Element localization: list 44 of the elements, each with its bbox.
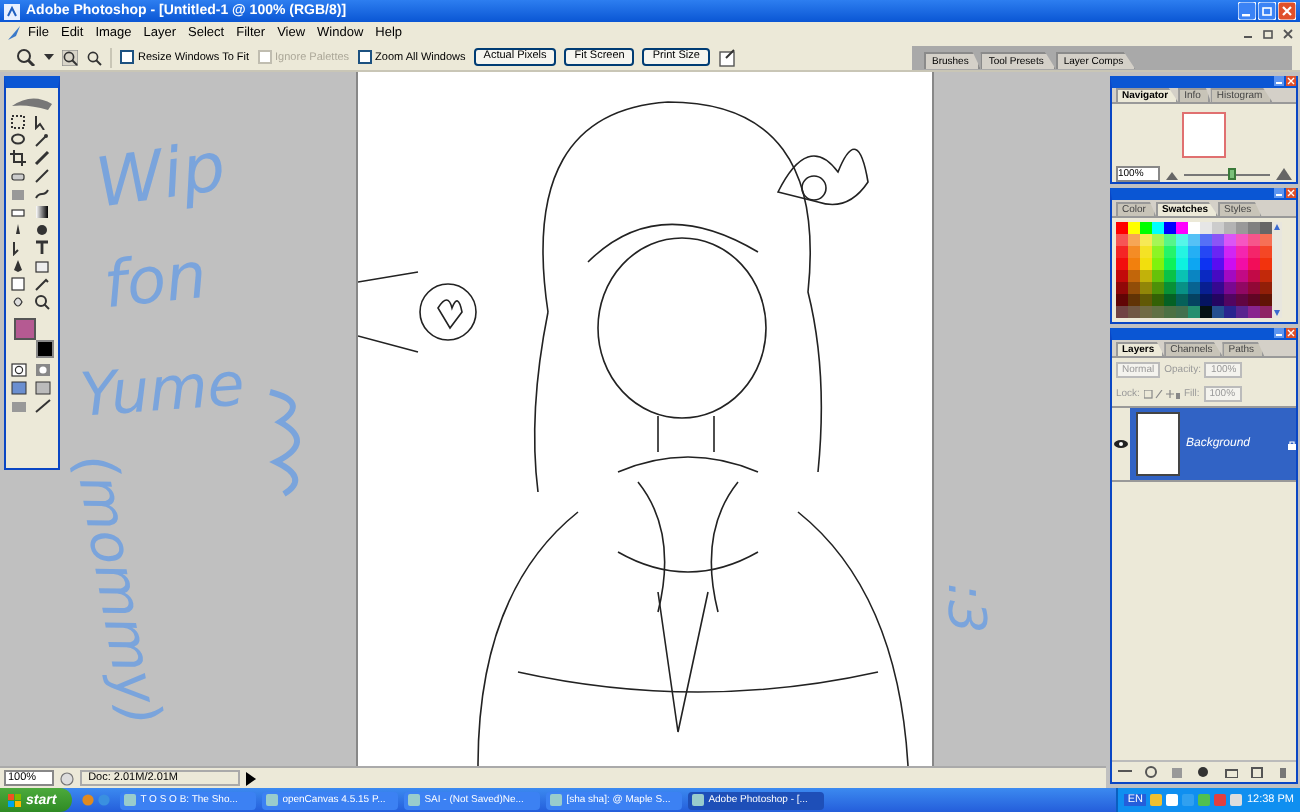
feather-icon [6,24,22,42]
tool-icon[interactable] [34,294,50,310]
handwritten-note: Yume [78,356,247,428]
zoom-icon[interactable] [16,48,36,66]
info-icon[interactable] [60,771,75,785]
foreground-color-swatch[interactable] [14,318,36,340]
caret-icon[interactable] [246,771,257,785]
caret-icon[interactable] [44,52,54,62]
minimize-icon[interactable] [1274,188,1284,198]
minimize-icon[interactable] [1274,76,1284,86]
zoom-slider-thumb[interactable] [1227,167,1236,179]
background-color-swatch[interactable] [36,340,54,358]
handwritten-note: fon [100,242,210,318]
feather-logo-icon [8,92,56,112]
restore-icon[interactable] [1262,27,1274,39]
lock-options-icon[interactable] [1143,389,1180,399]
close-icon[interactable] [1282,27,1294,39]
zoom-out-icon[interactable] [86,49,102,65]
lock-icon [1288,439,1296,449]
navigator-preview[interactable] [1182,112,1226,158]
mode-icon[interactable] [10,362,28,378]
tool-icon[interactable] [10,150,26,166]
visibility-toggle[interactable] [1112,408,1130,480]
minimize-icon[interactable] [1238,2,1256,20]
color-swatches-grid[interactable] [1116,222,1272,318]
eye-icon[interactable] [1114,440,1128,448]
handwritten-note: (mommy) [65,449,169,731]
large-mountain-icon [1276,168,1292,180]
windows-logo-icon [8,793,22,807]
layer-thumbnail [1136,412,1180,476]
app-icon [266,794,279,806]
tool-icon[interactable] [34,240,50,256]
scrollbar-icon[interactable] [1272,222,1282,318]
handwritten-note: :3 [939,582,992,634]
app-icon [124,794,137,806]
app-icon [692,794,705,806]
zoom-in-icon[interactable] [62,49,78,65]
minimize-icon[interactable] [1274,328,1284,338]
tool-icon[interactable] [34,132,50,148]
app-icon [550,794,563,806]
small-mountain-icon [1166,169,1178,179]
handwritten-note: Wip [91,133,230,219]
palette-well-icon[interactable] [717,47,738,67]
app-icon [408,794,421,806]
